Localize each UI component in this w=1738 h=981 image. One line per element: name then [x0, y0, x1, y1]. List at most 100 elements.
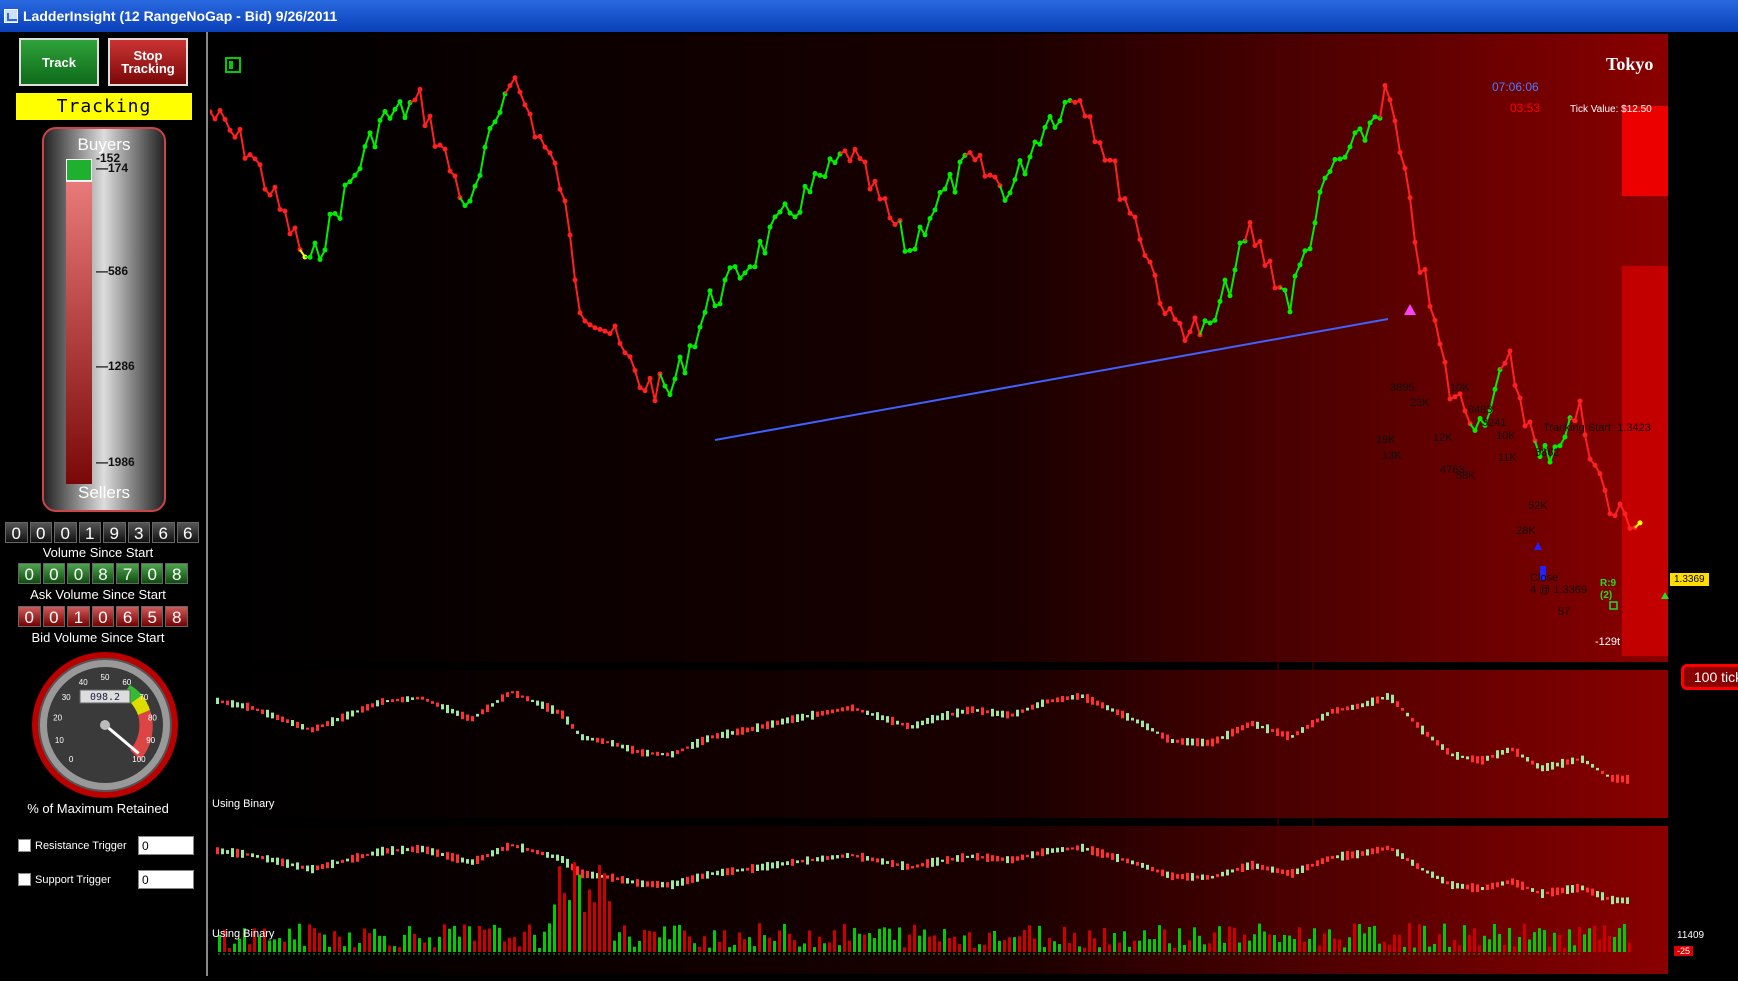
volume-bar	[913, 925, 916, 952]
candle	[261, 856, 264, 859]
volume-bar	[503, 941, 506, 952]
candle	[636, 750, 639, 753]
candle	[1411, 718, 1414, 721]
candle	[1021, 709, 1024, 712]
stop-tracking-button[interactable]: Stop Tracking	[108, 38, 188, 86]
volume-bar	[1413, 948, 1416, 952]
volume-bar	[1263, 932, 1266, 952]
candle	[706, 871, 709, 878]
volume-bar	[423, 943, 426, 952]
candle	[641, 749, 644, 756]
counter-digit: 0	[92, 606, 115, 627]
candle	[646, 750, 649, 757]
candle	[1346, 706, 1349, 710]
candle	[1051, 699, 1054, 702]
chart-area[interactable]: Tokyo 07:06:06 03:53 Tick Value: $12.50 …	[210, 32, 1738, 976]
candle	[1036, 852, 1039, 856]
volume-bar	[1538, 928, 1541, 952]
volume-bar	[393, 946, 396, 952]
candle	[1376, 697, 1379, 704]
volume-bar	[1558, 935, 1561, 952]
candle	[1516, 749, 1519, 757]
chart-canvas[interactable]	[210, 32, 1738, 976]
volume-bar	[288, 929, 291, 952]
candle	[571, 724, 574, 729]
volume-bar	[293, 939, 296, 952]
volume-bar	[918, 936, 921, 952]
candle	[1316, 719, 1319, 723]
candle	[666, 753, 669, 757]
candle	[1321, 714, 1324, 721]
candle	[916, 721, 919, 728]
counter-digit: 0	[43, 563, 66, 584]
candle	[821, 711, 824, 716]
ticks-hit-badge: 100 ticks Hit	[1681, 664, 1738, 690]
volume-bar	[1328, 929, 1331, 952]
resistance-trigger-checkbox[interactable]	[18, 839, 31, 852]
volume-bar	[793, 940, 796, 952]
candle	[1276, 728, 1279, 736]
support-trigger-checkbox[interactable]	[18, 873, 31, 886]
candle	[851, 704, 854, 711]
volume-bar	[1198, 936, 1201, 952]
candle	[1211, 876, 1214, 879]
candle	[1126, 713, 1129, 721]
candle	[606, 741, 609, 743]
candle	[926, 718, 929, 724]
candle	[1501, 750, 1504, 755]
candle	[1051, 848, 1054, 853]
candle	[626, 745, 629, 751]
volume-bar	[953, 937, 956, 952]
candle	[331, 717, 334, 726]
candle	[461, 712, 464, 719]
candle	[866, 856, 869, 861]
trade-annotation: 11K	[1498, 452, 1517, 464]
candle	[801, 714, 804, 721]
candle	[306, 866, 309, 872]
volume-bar	[603, 873, 606, 952]
candle	[1591, 889, 1594, 896]
candle	[231, 848, 234, 857]
candle	[216, 847, 219, 854]
track-button[interactable]: Track	[19, 38, 99, 86]
volume-bar	[563, 893, 566, 952]
volume-label: Volume Since Start	[0, 545, 196, 560]
trade-annotation: 57	[1558, 606, 1570, 618]
volume-bar	[1453, 940, 1456, 952]
candle	[1506, 748, 1509, 753]
candle	[796, 714, 799, 722]
volume-bar	[283, 942, 286, 952]
candle	[771, 863, 774, 869]
candle	[1121, 711, 1124, 719]
candle	[1046, 848, 1049, 854]
candle	[1606, 897, 1609, 900]
volume-bar	[1108, 944, 1111, 952]
candle	[546, 703, 549, 712]
volume-bar	[1618, 928, 1621, 952]
candle	[1616, 775, 1619, 783]
candle	[391, 846, 394, 855]
candle	[281, 717, 284, 722]
candle	[981, 856, 984, 858]
meter-bar-fill	[66, 182, 92, 484]
resistance-trigger-input[interactable]: 0	[138, 836, 194, 855]
candle	[896, 863, 899, 865]
window-titlebar: LadderInsight (12 RangeNoGap - Bid) 9/26…	[0, 0, 1738, 32]
candle	[1481, 756, 1484, 765]
volume-bar	[1553, 933, 1556, 952]
volume-bar	[1333, 939, 1336, 952]
candle	[936, 857, 939, 865]
candle	[886, 861, 889, 864]
volume-bar	[353, 947, 356, 952]
volume-bar	[1358, 924, 1361, 952]
support-trigger-input[interactable]: 0	[138, 870, 194, 889]
candle	[1326, 712, 1329, 716]
candle	[781, 719, 784, 725]
candle	[1326, 856, 1329, 861]
candle	[1566, 759, 1569, 764]
volume-bar	[573, 862, 576, 952]
candle	[1346, 851, 1349, 860]
volume-bar	[843, 924, 846, 952]
volume-bar	[1483, 936, 1486, 952]
candle	[221, 701, 224, 704]
